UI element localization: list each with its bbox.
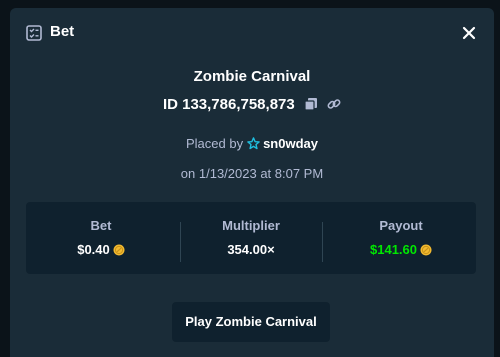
multiplier-value: 354.00× [227, 242, 275, 257]
bet-label: Bet [90, 218, 112, 233]
payout-stat: Payout $141.60 [326, 202, 476, 274]
coin-icon [113, 244, 125, 256]
stat-divider [322, 222, 323, 262]
username-link[interactable]: sn0wday [263, 136, 318, 151]
bet-details-modal: Bet Zombie Carnival ID 133,786,758,873 P… [10, 8, 494, 357]
bet-value-row: $0.40 [26, 242, 176, 257]
bet-id-row: ID 133,786,758,873 [10, 96, 494, 113]
placed-date: on 1/13/2023 at 8:07 PM [180, 166, 324, 181]
bet-stat: Bet $0.40 [26, 202, 176, 274]
star-icon [247, 137, 260, 150]
copy-icon[interactable] [304, 97, 318, 111]
bet-id: ID 133,786,758,873 [162, 96, 295, 113]
bet-slip-icon [26, 25, 42, 41]
payout-value-row: $141.60 [326, 242, 476, 257]
coin-icon [420, 244, 432, 256]
multiplier-label: Multiplier [222, 218, 280, 233]
payout-amount: $141.60 [370, 242, 417, 257]
bet-stats-panel: Bet $0.40 Multiplier 354.00× Payout $141… [26, 202, 476, 274]
multiplier-stat: Multiplier 354.00× [176, 202, 326, 274]
link-icon[interactable] [327, 97, 341, 111]
modal-header: Bet [10, 8, 494, 58]
bet-amount: $0.40 [77, 242, 110, 257]
placed-by-row: Placed by sn0wday [10, 136, 494, 151]
modal-title: Bet [50, 23, 75, 40]
close-icon[interactable] [460, 24, 478, 42]
placed-by-label: Placed by [185, 136, 244, 151]
game-title: Zombie Carnival [193, 68, 311, 85]
payout-label: Payout [379, 218, 423, 233]
play-game-button[interactable]: Play Zombie Carnival [172, 302, 330, 342]
